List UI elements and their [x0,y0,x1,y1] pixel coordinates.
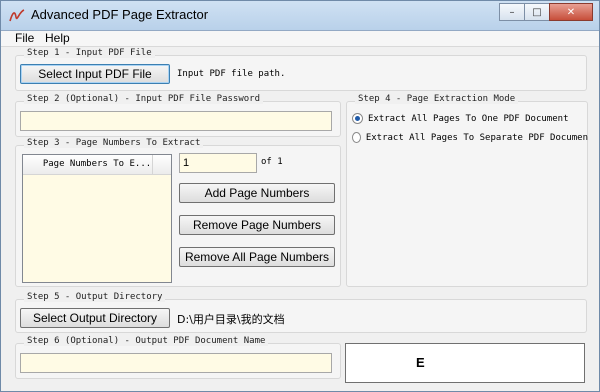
input-path-label: Input PDF file path. [177,69,286,79]
add-page-numbers-button[interactable]: Add Page Numbers [179,183,335,203]
radio-one-document[interactable] [352,113,363,124]
title-bar[interactable]: Advanced PDF Page Extractor – □ ✕ [1,1,599,31]
minimize-button[interactable]: – [499,3,525,21]
step5-legend: Step 5 - Output Directory [24,292,166,302]
select-output-directory-button[interactable]: Select Output Directory [20,308,170,328]
step3-legend: Step 3 - Page Numbers To Extract [24,138,204,148]
app-window: Advanced PDF Page Extractor – □ ✕ File H… [0,0,600,392]
option-one-document-label: Extract All Pages To One PDF Document [368,113,569,124]
page-count-label: of 1 [261,157,283,167]
page-numbers-list[interactable]: Page Numbers To E... [22,154,172,283]
step2-legend: Step 2 (Optional) - Input PDF File Passw… [24,94,263,104]
list-column-header[interactable]: Page Numbers To E... [23,155,171,175]
extract-one-document-option[interactable]: Extract All Pages To One PDF Document [352,113,568,124]
extract-button[interactable]: E [345,343,585,383]
maximize-button[interactable]: □ [524,3,550,21]
step1-legend: Step 1 - Input PDF File [24,48,155,58]
menu-help[interactable]: Help [43,31,72,45]
page-number-input[interactable] [179,153,257,173]
menu-file[interactable]: File [13,31,36,45]
radio-separate-documents[interactable] [352,132,361,143]
close-button[interactable]: ✕ [549,3,593,21]
step6-legend: Step 6 (Optional) - Output PDF Document … [24,336,269,346]
extract-separate-documents-option[interactable]: Extract All Pages To Separate PDF Docume… [352,132,588,143]
menu-bar: File Help [1,31,599,47]
output-name-field[interactable] [20,353,332,373]
window-title: Advanced PDF Page Extractor [31,7,209,22]
remove-all-page-numbers-button[interactable]: Remove All Page Numbers [179,247,335,267]
select-input-pdf-button[interactable]: Select Input PDF File [20,64,170,84]
password-field[interactable] [20,111,332,131]
step4-group: Step 4 - Page Extraction Mode [346,94,588,287]
step4-legend: Step 4 - Page Extraction Mode [355,94,519,104]
pdf-app-icon [9,8,25,22]
remove-page-numbers-button[interactable]: Remove Page Numbers [179,215,335,235]
output-directory-path: D:\用户目录\我的文档 [177,313,285,326]
option-separate-documents-label: Extract All Pages To Separate PDF Docume… [365,132,588,143]
